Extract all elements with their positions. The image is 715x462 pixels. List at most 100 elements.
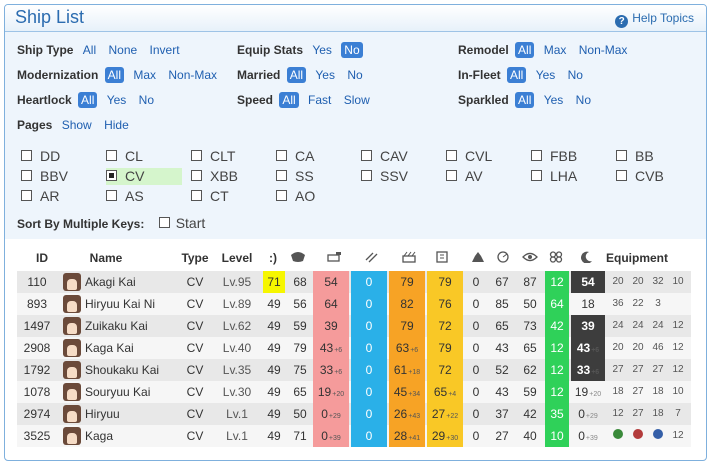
married-no-button[interactable]: No — [344, 67, 365, 83]
equipment-slot[interactable]: 12 — [669, 425, 687, 447]
ship-type-checkbox-ca[interactable]: CA — [276, 148, 352, 165]
ship-type-all-button[interactable]: All — [80, 42, 99, 58]
equipment-slot[interactable]: 20 — [629, 337, 647, 359]
ship-type-checkbox-cvl[interactable]: CVL — [446, 148, 522, 165]
in-fleet-no-button[interactable]: No — [565, 67, 586, 83]
cell-name[interactable]: Souryuu Kai — [85, 381, 177, 403]
cell-name[interactable]: Kaga Kai — [85, 337, 177, 359]
heartlock-all-button[interactable]: All — [78, 92, 98, 108]
column-header-anti-sub[interactable] — [492, 251, 514, 263]
remodel-nonmax-button[interactable]: Non-Max — [576, 42, 631, 58]
column-header-range[interactable] — [571, 251, 601, 263]
ship-type-checkbox-xbb[interactable]: XBB — [191, 168, 267, 185]
ship-type-checkbox-dd[interactable]: DD — [21, 148, 97, 165]
ship-type-checkbox-as[interactable]: AS — [106, 188, 182, 205]
sort-start-checkbox[interactable] — [158, 217, 170, 228]
equipment-slot[interactable] — [609, 425, 627, 447]
sparkled-all-button[interactable]: All — [515, 92, 535, 108]
equipment-slot[interactable]: 36 — [609, 293, 627, 315]
table-row[interactable]: 2974CVLv.1495000262703742350Hiryuu122718… — [17, 403, 691, 425]
column-header-line-of-sight[interactable] — [519, 251, 541, 263]
equipment-slot[interactable]: 27 — [649, 359, 667, 381]
remodel-all-button[interactable]: All — [515, 42, 535, 58]
modernization-all-button[interactable]: All — [104, 67, 125, 83]
equipment-slot[interactable]: 10 — [669, 381, 687, 403]
heartlock-no-button[interactable]: No — [136, 92, 157, 108]
remodel-max-button[interactable]: Max — [541, 42, 570, 58]
ship-type-checkbox-av[interactable]: AV — [446, 168, 522, 185]
equip-stats-yes-button[interactable]: Yes — [309, 42, 335, 58]
equipment-slot[interactable]: 10 — [669, 271, 687, 293]
ship-type-checkbox-lha[interactable]: LHA — [531, 168, 607, 185]
equipment-slot[interactable]: 12 — [609, 403, 627, 425]
ship-type-checkbox-bb[interactable]: BB — [616, 148, 692, 165]
equipment-slot[interactable]: 3 — [649, 293, 667, 315]
equipment-slot[interactable]: 46 — [649, 337, 667, 359]
table-row[interactable]: 1792CVLv.3549753306172052621233Shoukaku … — [17, 359, 691, 381]
equipment-slot[interactable] — [629, 425, 647, 447]
equipment-slot[interactable]: 22 — [629, 293, 647, 315]
equipment-slot[interactable] — [649, 425, 667, 447]
column-header-evasion[interactable] — [467, 251, 489, 263]
cell-name[interactable]: Hiryuu — [85, 403, 177, 425]
equipment-slot[interactable]: 12 — [669, 359, 687, 381]
ship-type-checkbox-ssv[interactable]: SSV — [361, 168, 437, 185]
equipment-slot[interactable]: 24 — [649, 315, 667, 337]
equipment-slot[interactable]: 20 — [609, 337, 627, 359]
cell-name[interactable]: Kaga — [85, 425, 177, 447]
cell-name[interactable]: Shoukaku Kai — [85, 359, 177, 381]
equipment-slot[interactable]: 7 — [669, 403, 687, 425]
equipment-slot[interactable]: 32 — [649, 271, 667, 293]
equipment-slot[interactable]: 18 — [649, 403, 667, 425]
table-row[interactable]: 893 CV Lv.89 49 56 64 0 82 76 0 85 50 64 18 Hiryuu Kai… — [17, 293, 691, 315]
ship-type-checkbox-clt[interactable]: CLT — [191, 148, 267, 165]
ship-type-none-button[interactable]: None — [105, 42, 140, 58]
column-header-type[interactable]: Type — [177, 251, 213, 265]
column-header-level[interactable]: Level — [218, 251, 256, 265]
cell-name[interactable]: Akagi Kai — [85, 271, 177, 293]
ship-type-checkbox-ao[interactable]: AO — [276, 188, 352, 205]
pages-show-button[interactable]: Show — [59, 117, 95, 133]
equipment-slot[interactable]: 24 — [609, 315, 627, 337]
speed-all-button[interactable]: All — [279, 92, 299, 108]
equipment-slot[interactable]: 18 — [609, 381, 627, 403]
cell-name[interactable]: Hiryuu Kai Ni — [85, 293, 177, 315]
sparkled-no-button[interactable]: No — [573, 92, 594, 108]
equipment-slot[interactable] — [669, 293, 687, 315]
help-topics-link[interactable]: ? Help Topics — [615, 11, 694, 28]
modernization-nonmax-button[interactable]: Non-Max — [165, 67, 220, 83]
column-header-firepower[interactable] — [323, 251, 345, 263]
ship-type-checkbox-fbb[interactable]: FBB — [531, 148, 607, 165]
equip-stats-no-button[interactable]: No — [341, 42, 363, 58]
equipment-slot[interactable]: 27 — [629, 381, 647, 403]
column-header-anti-air[interactable] — [398, 251, 420, 263]
ship-type-checkbox-cv[interactable]: CV — [106, 168, 182, 185]
pages-hide-button[interactable]: Hide — [101, 117, 132, 133]
speed-slow-button[interactable]: Slow — [341, 92, 373, 108]
ship-type-checkbox-bbv[interactable]: BBV — [21, 168, 97, 185]
ship-type-checkbox-cl[interactable]: CL — [106, 148, 182, 165]
ship-type-checkbox-ss[interactable]: SS — [276, 168, 352, 185]
equipment-slot[interactable]: 18 — [649, 381, 667, 403]
equipment-slot[interactable]: 27 — [629, 359, 647, 381]
speed-fast-button[interactable]: Fast — [305, 92, 334, 108]
table-row[interactable]: 110 CV Lv.95 71 68 54 0 79 79 0 67 87 12 54 Akagi Kai 2… — [17, 271, 691, 293]
in-fleet-all-button[interactable]: All — [507, 67, 527, 83]
table-row[interactable]: 2908CVLv.4049794306379043651243Kaga Kai2… — [17, 337, 691, 359]
equipment-slot[interactable]: 20 — [629, 271, 647, 293]
equipment-slot[interactable]: 24 — [629, 315, 647, 337]
cell-name[interactable]: Zuikaku Kai — [85, 315, 177, 337]
married-yes-button[interactable]: Yes — [312, 67, 338, 83]
equipment-slot[interactable]: 12 — [669, 315, 687, 337]
married-all-button[interactable]: All — [286, 67, 307, 83]
ship-type-checkbox-ar[interactable]: AR — [21, 188, 97, 205]
ship-type-checkbox-ct[interactable]: CT — [191, 188, 267, 205]
table-row[interactable]: 1078CVLv.3049651904565043591219Souryuu K… — [17, 381, 691, 403]
column-header-armor[interactable] — [431, 251, 453, 263]
heartlock-yes-button[interactable]: Yes — [104, 92, 130, 108]
equipment-slot[interactable]: 27 — [629, 403, 647, 425]
column-header-equipment[interactable]: Equipment — [603, 251, 671, 265]
table-row[interactable]: 1497 CV Lv.62 49 59 39 0 79 72 0 65 73 42 39 Zuikaku K… — [17, 315, 691, 337]
column-header-torpedo[interactable] — [361, 251, 383, 263]
equipment-slot[interactable]: 20 — [609, 271, 627, 293]
